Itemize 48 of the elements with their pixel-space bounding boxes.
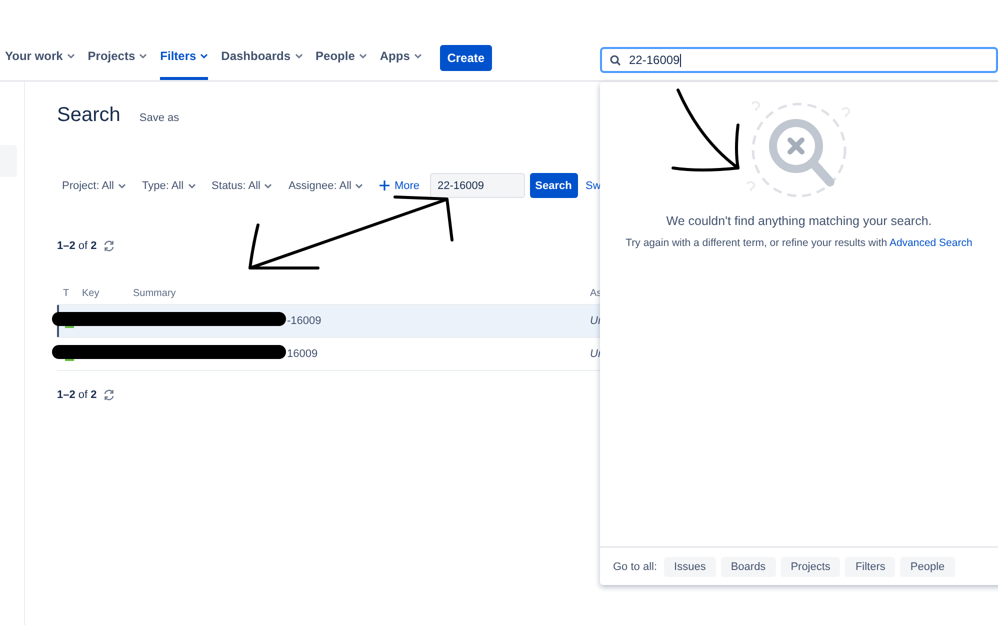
- chevron-down-icon: [294, 53, 303, 59]
- filter-dropdown[interactable]: Assignee: All: [288, 180, 364, 192]
- filter-dropdown[interactable]: Type: All: [142, 180, 196, 192]
- page-title: Search: [57, 104, 120, 127]
- nav-menu-item[interactable]: Apps: [380, 45, 422, 80]
- go-to-button[interactable]: People: [900, 556, 955, 576]
- go-to-button[interactable]: Projects: [780, 556, 840, 576]
- chevron-down-icon: [355, 182, 364, 188]
- column-header[interactable]: T: [57, 288, 82, 298]
- nav-menu-item[interactable]: Projects: [88, 45, 148, 80]
- go-to-label: Go to all:: [613, 560, 658, 572]
- column-header[interactable]: Key: [82, 288, 133, 298]
- query-field[interactable]: 22-16009: [430, 173, 525, 198]
- advanced-search-link[interactable]: Advanced Search: [889, 237, 972, 249]
- chevron-down-icon: [414, 53, 422, 59]
- table-cell-text: -16009: [287, 315, 322, 327]
- results-count: 1–2 of 2: [57, 389, 97, 401]
- chevron-down-icon: [200, 53, 208, 59]
- empty-state-text: Try again with a different term, or refine your results with Advanced Search: [626, 237, 972, 249]
- chevron-down-icon: [358, 53, 367, 59]
- search-button[interactable]: Search: [530, 173, 578, 198]
- plus-icon: [379, 180, 390, 191]
- create-button[interactable]: Create: [440, 45, 492, 71]
- nav-menu-item[interactable]: Filters: [160, 45, 208, 80]
- empty-state-title: We couldn't find anything matching your search.: [666, 214, 932, 228]
- search-field[interactable]: 22-16009: [600, 47, 998, 73]
- filter-dropdown[interactable]: Project: All: [62, 180, 126, 192]
- chevron-down-icon: [139, 53, 148, 59]
- search-icon: [610, 54, 621, 66]
- switch-link[interactable]: Sw: [586, 180, 601, 192]
- nav-menu-item[interactable]: Your work: [5, 45, 75, 80]
- results-count: 1–2 of 2: [57, 240, 97, 252]
- table-cell-text: 16009: [287, 348, 319, 360]
- go-to-button[interactable]: Filters: [845, 556, 896, 576]
- more-button[interactable]: More: [379, 180, 420, 192]
- refresh-icon[interactable]: [102, 389, 115, 401]
- save-as-button[interactable]: Save as: [139, 112, 180, 124]
- go-to-button[interactable]: Boards: [720, 556, 776, 576]
- go-to-button[interactable]: Issues: [664, 556, 716, 576]
- chevron-down-icon: [188, 182, 196, 188]
- chevron-down-icon: [66, 53, 75, 59]
- filter-dropdown[interactable]: Status: All: [212, 180, 272, 192]
- refresh-icon[interactable]: [102, 240, 115, 252]
- nav-menu-item[interactable]: Dashboards: [221, 45, 303, 80]
- chevron-down-icon: [118, 182, 126, 188]
- nav-menu-item[interactable]: People: [316, 45, 367, 80]
- column-header[interactable]: Summary: [133, 288, 590, 298]
- chevron-down-icon: [264, 182, 272, 188]
